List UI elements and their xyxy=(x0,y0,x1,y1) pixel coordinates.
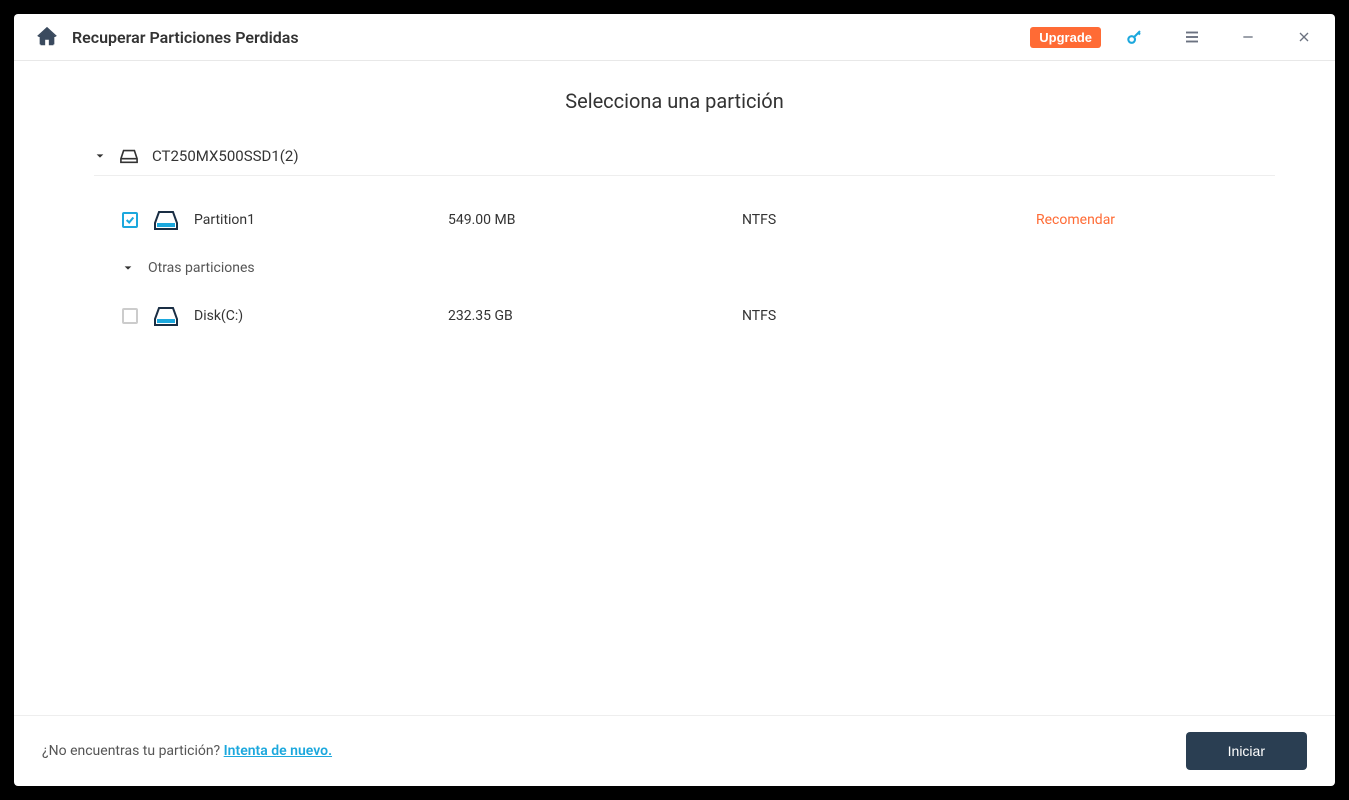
upgrade-button[interactable]: Upgrade xyxy=(1030,27,1101,48)
partition-checkbox[interactable] xyxy=(122,308,138,324)
key-icon[interactable] xyxy=(1125,27,1145,47)
home-icon[interactable] xyxy=(36,26,58,48)
select-partition-heading: Selecciona una partición xyxy=(74,89,1275,113)
partition-filesystem: NTFS xyxy=(742,308,1022,324)
disk-header[interactable]: CT250MX500SSD1(2) xyxy=(94,137,1275,176)
partition-row[interactable]: Partition1 549.00 MB NTFS Recomendar xyxy=(94,192,1275,248)
disk-name: CT250MX500SSD1(2) xyxy=(152,147,299,165)
partition-icon xyxy=(152,304,180,328)
chevron-down-icon[interactable] xyxy=(94,150,106,162)
disk-group: CT250MX500SSD1(2) Partition1 549.00 MB N… xyxy=(94,137,1275,344)
other-partitions-header[interactable]: Otras particiones xyxy=(94,248,1275,288)
partition-name: Partition1 xyxy=(194,212,434,228)
partition-size: 232.35 GB xyxy=(448,308,728,324)
footer-question: ¿No encuentras tu partición? xyxy=(42,743,224,759)
start-button[interactable]: Iniciar xyxy=(1186,732,1307,770)
disk-icon xyxy=(118,145,140,167)
close-icon[interactable] xyxy=(1295,28,1313,46)
partition-name: Disk(C:) xyxy=(194,308,434,324)
page-title: Recuperar Particiones Perdidas xyxy=(72,28,1016,47)
partition-filesystem: NTFS xyxy=(742,212,1022,228)
chevron-down-icon[interactable] xyxy=(122,262,134,274)
partition-icon xyxy=(152,208,180,232)
subgroup-label: Otras particiones xyxy=(148,260,255,276)
partition-row[interactable]: Disk(C:) 232.35 GB NTFS xyxy=(94,288,1275,344)
minimize-icon[interactable] xyxy=(1239,28,1257,46)
footer-text: ¿No encuentras tu partición? Intenta de … xyxy=(42,743,332,759)
partition-status: Recomendar xyxy=(1036,212,1115,228)
footer: ¿No encuentras tu partición? Intenta de … xyxy=(14,715,1335,786)
titlebar: Recuperar Particiones Perdidas Upgrade xyxy=(14,14,1335,61)
content-area: Selecciona una partición CT250MX500SSD1(… xyxy=(14,61,1335,715)
retry-link[interactable]: Intenta de nuevo. xyxy=(224,743,332,759)
partition-checkbox[interactable] xyxy=(122,212,138,228)
hamburger-menu-icon[interactable] xyxy=(1183,28,1201,46)
partition-size: 549.00 MB xyxy=(448,212,728,228)
